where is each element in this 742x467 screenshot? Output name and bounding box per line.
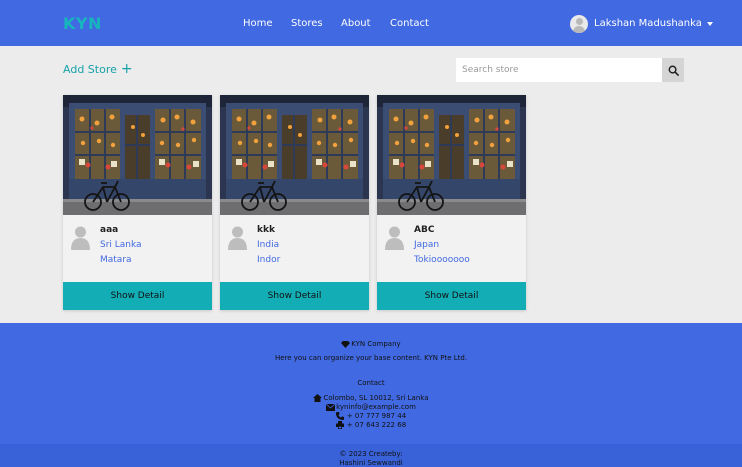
store-card: aaa Sri Lanka Matara Show Detail (63, 95, 212, 310)
store-card-body: kkk India Indor (220, 215, 369, 282)
store-image (63, 95, 212, 215)
caret-down-icon (706, 21, 713, 26)
search-box (456, 58, 684, 82)
user-menu[interactable]: Lakshan Madushanka (570, 13, 713, 34)
envelope-icon (326, 403, 336, 411)
store-card: ABC Japan Tokiooooooo Show Detail (377, 95, 526, 310)
store-city: Matara (100, 255, 132, 265)
user-avatar (570, 14, 588, 33)
footer-email-text[interactable]: kyninfo@example.com (336, 403, 416, 411)
copyright-line-2: Hashini Sewwandi (339, 459, 403, 467)
store-city: Tokiooooooo (414, 255, 470, 265)
store-country: Sri Lanka (100, 240, 142, 250)
store-name: kkk (257, 225, 275, 235)
footer-fax: + 07 643 222 68 (0, 421, 742, 429)
nav-about[interactable]: About (341, 18, 371, 29)
brand-logo[interactable]: KYN (63, 14, 102, 33)
footer-address: Colombo, SL 10012, Sri Lanka (0, 394, 742, 402)
search-button[interactable] (662, 58, 684, 82)
store-country: Japan (414, 240, 440, 250)
copyright-line-1: © 2023 Createby: (339, 450, 403, 458)
footer-company-name: KYN Company (351, 340, 401, 348)
home-icon (313, 394, 323, 402)
footer-address-text: Colombo, SL 10012, Sri Lanka (323, 394, 429, 402)
show-detail-button[interactable]: Show Detail (63, 282, 212, 310)
store-card-body: ABC Japan Tokiooooooo (377, 215, 526, 282)
search-input[interactable] (456, 58, 662, 82)
footer-fax-text: + 07 643 222 68 (346, 421, 407, 429)
store-avatar-icon (228, 226, 247, 250)
store-country: India (257, 240, 280, 250)
navbar: KYN Home Stores About Contact Lakshan Ma… (0, 0, 742, 46)
nav-contact[interactable]: Contact (390, 18, 429, 29)
store-name: aaa (100, 225, 119, 235)
plus-icon: + (120, 61, 133, 77)
store-avatar-icon (385, 226, 404, 250)
storefront-illustration (377, 95, 526, 215)
footer-phone-text: + 07 777 987 44 (346, 412, 407, 420)
footer-description: Here you can organize your base content.… (274, 354, 468, 362)
phone-icon (335, 412, 344, 420)
footer-phone: + 07 777 987 44 (0, 412, 742, 420)
footer-company: KYN Company (0, 340, 742, 348)
store-city: Indor (257, 255, 281, 265)
store-image (220, 95, 369, 215)
store-card-body: aaa Sri Lanka Matara (63, 215, 212, 282)
nav-home[interactable]: Home (243, 18, 273, 29)
search-icon (668, 65, 679, 76)
add-store-button[interactable]: Add Store + (63, 61, 133, 77)
user-name: Lakshan Madushanka (594, 18, 702, 29)
store-image (377, 95, 526, 215)
show-detail-button[interactable]: Show Detail (220, 282, 369, 310)
store-card: kkk India Indor Show Detail (220, 95, 369, 310)
footer-contact-heading: Contact (357, 379, 385, 387)
show-detail-button[interactable]: Show Detail (377, 282, 526, 310)
add-store-label: Add Store (63, 63, 117, 76)
storefront-illustration (63, 95, 212, 215)
copyright-bar: © 2023 Createby: Hashini Sewwandi (0, 444, 742, 467)
nav-stores[interactable]: Stores (291, 18, 323, 29)
footer-email: kyninfo@example.com (0, 403, 742, 411)
footer: KYN Company Here you can organize your b… (0, 323, 742, 444)
gem-icon (341, 340, 351, 348)
printer-icon (335, 421, 344, 429)
store-avatar-icon (71, 226, 90, 250)
store-name: ABC (414, 225, 435, 235)
storefront-illustration (220, 95, 369, 215)
